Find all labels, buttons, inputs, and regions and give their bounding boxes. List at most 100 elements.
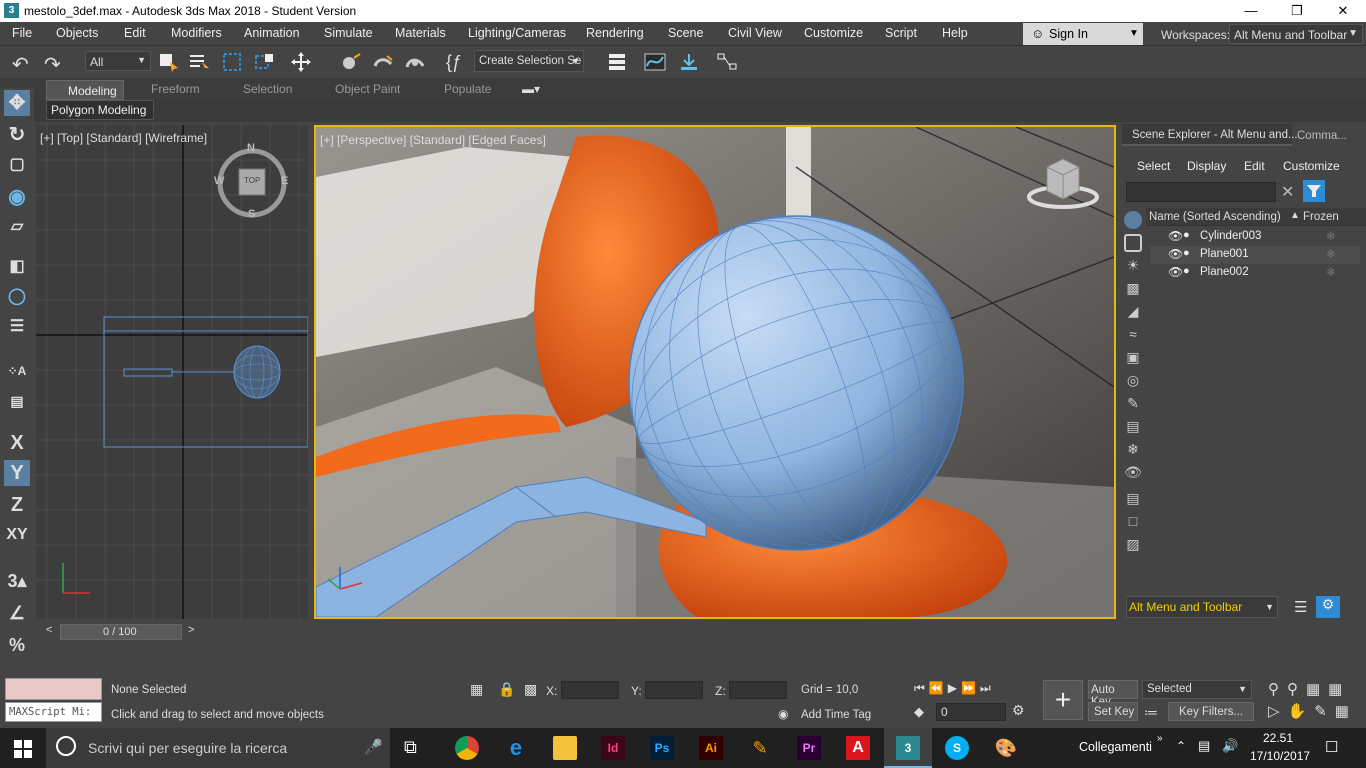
taskbar-search-box[interactable]: Scrivi qui per eseguire la ricerca 🎤 xyxy=(46,728,390,768)
select-invert-icon[interactable]: ▨ xyxy=(1124,536,1142,554)
filter-icon[interactable] xyxy=(1303,180,1325,202)
menu-edit[interactable]: Edit xyxy=(124,26,146,40)
frozen-icon[interactable]: ❄ xyxy=(1326,265,1336,279)
clear-search-icon[interactable]: ✕ xyxy=(1281,182,1294,202)
top-viewport[interactable]: [+] [Top] [Standard] [Wireframe] N S E W… xyxy=(36,125,308,619)
set-key-button[interactable]: Set Key xyxy=(1088,702,1138,721)
align-tool-icon[interactable]: ☰ xyxy=(4,314,30,340)
eye-icon[interactable]: 👁 xyxy=(1168,265,1183,279)
tab-object-paint[interactable]: Object Paint xyxy=(335,82,400,96)
windows-start-icon[interactable] xyxy=(14,740,32,758)
se-menu-display[interactable]: Display xyxy=(1187,159,1226,173)
isolate-selection-icon[interactable]: ▦ xyxy=(470,681,483,698)
top-viewport-label[interactable]: [+] [Top] [Standard] [Wireframe] xyxy=(40,131,207,145)
cameras-filter-icon[interactable]: ▩ xyxy=(1124,280,1142,298)
links-toolbar[interactable]: Collegamenti xyxy=(1079,740,1152,754)
selection-set-dropdown[interactable]: Create Selection Se ▼ xyxy=(474,50,584,72)
brush-app-icon[interactable]: ✎ xyxy=(748,736,772,760)
time-config-icon[interactable]: ⚙ xyxy=(1012,702,1025,719)
select-by-name-icon[interactable] xyxy=(188,52,210,72)
sign-in-button[interactable]: ☺ Sign In ▼ xyxy=(1023,23,1143,45)
menu-scene[interactable]: Scene xyxy=(668,26,703,40)
menu-help[interactable]: Help xyxy=(942,26,968,40)
current-frame-field[interactable] xyxy=(936,703,1006,721)
containers-filter-icon[interactable]: ▤ xyxy=(1124,418,1142,436)
curve-editor-icon[interactable] xyxy=(644,52,666,72)
scene-explorer-tab[interactable]: Scene Explorer - Alt Menu and... xyxy=(1122,124,1298,146)
eye-icon[interactable]: 👁 xyxy=(1168,229,1183,243)
se-menu-select[interactable]: Select xyxy=(1137,159,1170,173)
maxscript-listener-pink[interactable] xyxy=(5,678,102,700)
volume-icon[interactable]: 🔊 xyxy=(1222,738,1238,754)
tab-modeling[interactable]: Modeling xyxy=(46,80,124,100)
menu-materials[interactable]: Materials xyxy=(395,26,446,40)
menu-rendering[interactable]: Rendering xyxy=(586,26,644,40)
mirror-icon[interactable]: ◧ xyxy=(4,254,30,280)
list-item[interactable]: 👁 ● Plane001 ❄ xyxy=(1150,246,1360,264)
viewcube-top-face[interactable]: TOP xyxy=(244,176,260,185)
task-view-icon[interactable]: ⧉ xyxy=(404,737,417,758)
close-button[interactable]: ✕ xyxy=(1320,0,1366,22)
scale-tool-icon[interactable]: ▢ xyxy=(4,152,30,178)
rect-selection-icon[interactable] xyxy=(222,52,244,72)
helpers-filter-icon[interactable]: ◢ xyxy=(1124,303,1142,321)
menu-objects[interactable]: Objects xyxy=(56,26,98,40)
network-icon[interactable]: ▤ xyxy=(1198,738,1210,754)
y-coord-field[interactable] xyxy=(645,681,703,699)
time-slider[interactable]: 0 / 100 xyxy=(60,624,182,640)
layers-icon[interactable]: ☰ xyxy=(1294,598,1307,616)
key-mode-dropdown[interactable]: Selected ▼ xyxy=(1142,680,1252,699)
move-icon[interactable] xyxy=(290,52,312,72)
menu-civil-view[interactable]: Civil View xyxy=(728,26,782,40)
file-explorer-icon[interactable] xyxy=(553,736,577,760)
minimize-button[interactable]: — xyxy=(1228,0,1274,22)
snap-3d-icon[interactable]: 3▴ xyxy=(4,568,30,594)
se-menu-edit[interactable]: Edit xyxy=(1244,159,1265,173)
menu-animation[interactable]: Animation xyxy=(244,26,300,40)
lights-filter-icon[interactable]: ☀ xyxy=(1124,257,1142,275)
place-tool-icon[interactable]: ▱ xyxy=(4,214,30,240)
tray-up-icon[interactable]: ⌃ xyxy=(1176,739,1186,753)
menu-modifiers[interactable]: Modifiers xyxy=(171,26,222,40)
scene-workspace-dropdown[interactable]: Alt Menu and Toolbar ▼ xyxy=(1126,596,1278,618)
hidden-filter-icon[interactable]: 👁 xyxy=(1124,464,1142,482)
array-icon[interactable]: ◯ xyxy=(4,284,30,310)
timeline-prev-icon[interactable]: < xyxy=(46,624,52,636)
add-time-tag[interactable]: Add Time Tag xyxy=(801,709,871,721)
list-item[interactable]: 👁 ● Cylinder003 ❄ xyxy=(1150,228,1360,246)
clock-time[interactable]: 22.51 xyxy=(1263,731,1293,745)
undo-icon[interactable]: ↶ xyxy=(12,52,34,76)
z-coord-field[interactable] xyxy=(729,681,787,699)
menu-file[interactable]: File xyxy=(12,26,32,40)
scene-search-input[interactable] xyxy=(1126,182,1276,202)
perspective-viewport-label[interactable]: [+] [Perspective] [Standard] [Edged Face… xyxy=(320,133,546,147)
eye-icon[interactable]: 👁 xyxy=(1168,247,1183,261)
xrefs-filter-icon[interactable]: ◎ xyxy=(1124,372,1142,390)
axis-xy-button[interactable]: XY xyxy=(4,522,30,548)
tab-freeform[interactable]: Freeform xyxy=(151,82,200,96)
maxscript-mini-listener[interactable]: MAXScript Mi: xyxy=(5,702,102,722)
ribbon-options-icon[interactable]: ▬▾ xyxy=(522,82,540,96)
layer-explorer-icon[interactable] xyxy=(606,52,628,72)
perspective-viewport[interactable]: [+] [Perspective] [Standard] [Edged Face… xyxy=(314,125,1116,619)
auto-key-button[interactable]: Auto Key xyxy=(1088,680,1138,708)
viewport-nav-zoom-icons[interactable]: ⚲⚲▦▦ xyxy=(1268,680,1350,698)
menu-simulate[interactable]: Simulate xyxy=(324,26,373,40)
playback-controls[interactable]: ⏮⏪▶⏩⏭ xyxy=(914,681,995,696)
column-frozen-header[interactable]: Frozen xyxy=(1303,211,1339,223)
measure-icon[interactable]: ▤ xyxy=(4,388,30,414)
menu-script[interactable]: Script xyxy=(885,26,917,40)
redo-icon[interactable]: ↷ xyxy=(44,52,66,76)
premiere-icon[interactable]: Pr xyxy=(797,736,821,760)
rotate-tool-icon[interactable]: ↻ xyxy=(4,122,30,148)
key-filter-icon[interactable]: ≔ xyxy=(1144,704,1158,721)
select-object-icon[interactable] xyxy=(158,52,180,72)
tab-populate[interactable]: Populate xyxy=(444,82,491,96)
3dsmax-taskbar-button[interactable]: 3 xyxy=(884,728,932,768)
notifications-icon[interactable]: ☐ xyxy=(1325,738,1338,756)
angle-snap-icon[interactable] xyxy=(372,52,394,72)
skype-icon[interactable]: S xyxy=(945,736,969,760)
list-item[interactable]: 👁 ● Plane002 ❄ xyxy=(1150,264,1360,282)
axis-y-button[interactable]: Y xyxy=(4,460,30,486)
menu-lighting-cameras[interactable]: Lighting/Cameras xyxy=(468,26,566,40)
